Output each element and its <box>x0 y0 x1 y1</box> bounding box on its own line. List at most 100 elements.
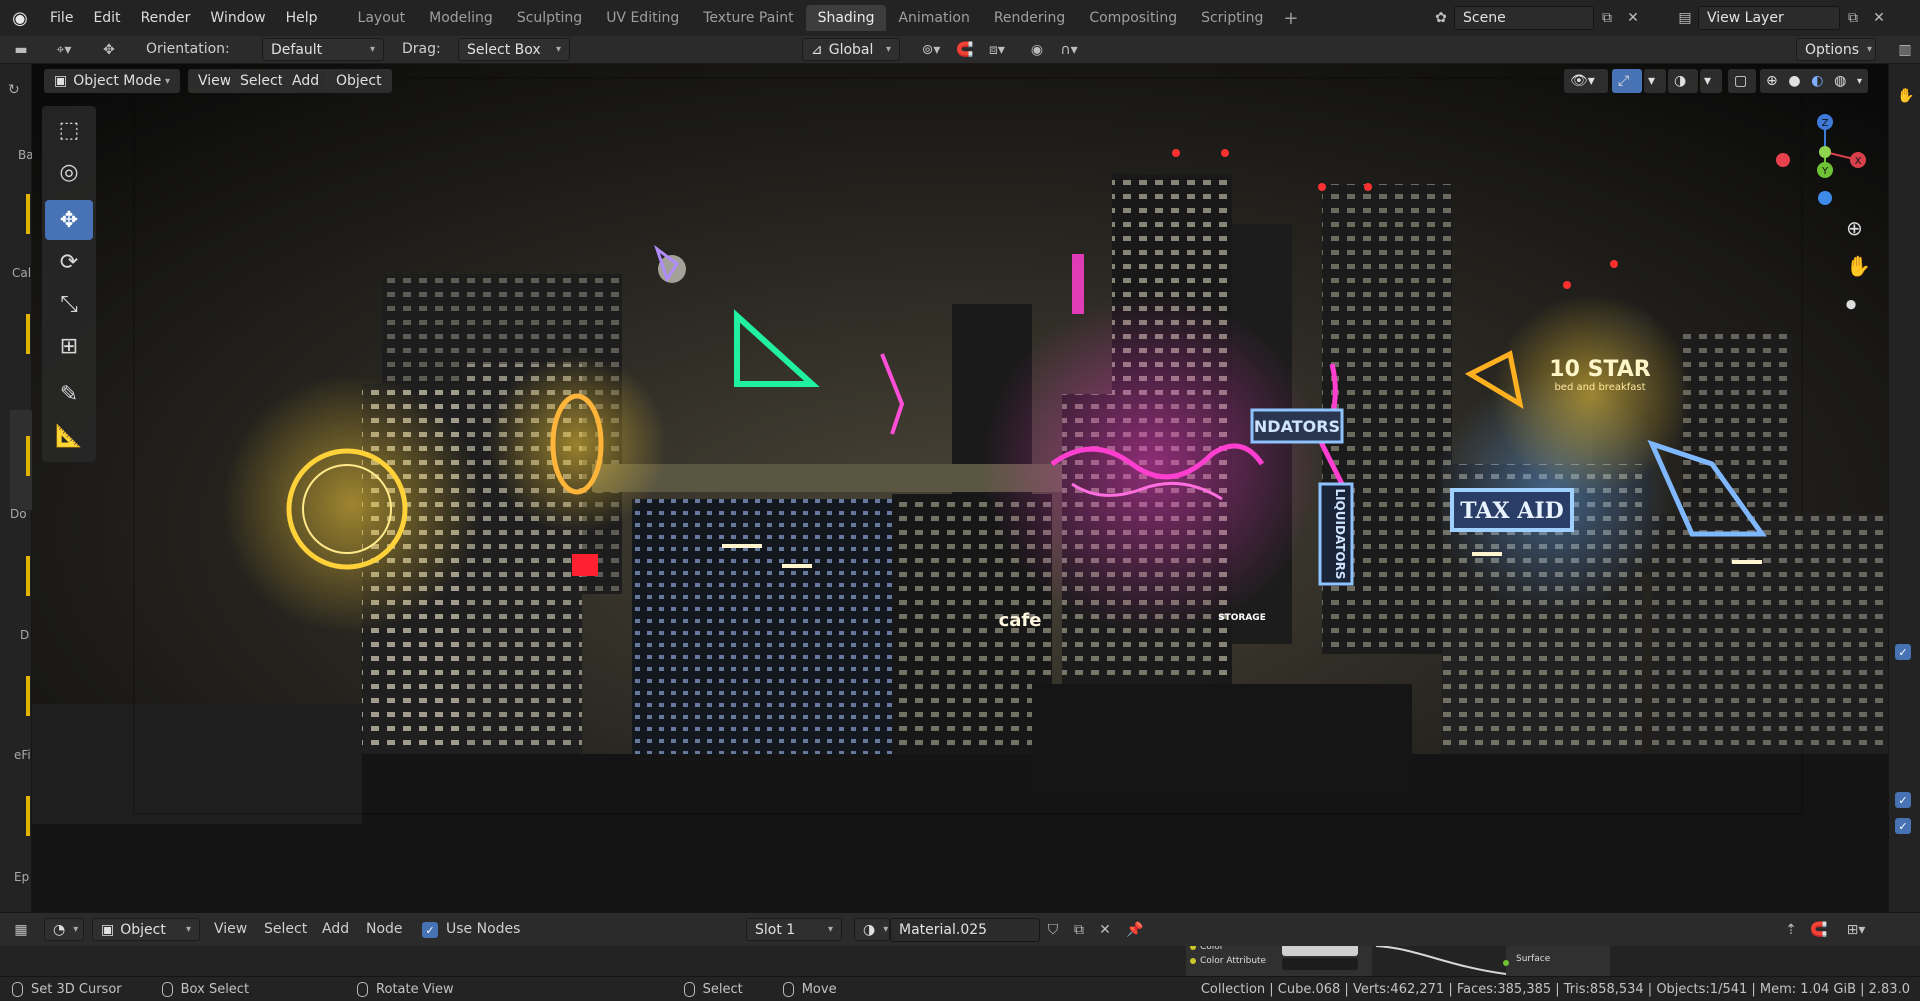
duplicate-material-icon[interactable]: ⧉ <box>1066 918 1092 942</box>
material-name-field[interactable]: Material.025 <box>890 918 1040 942</box>
options-dropdown[interactable]: Options ▾ <box>1796 38 1876 61</box>
select-box-tool-icon[interactable]: ⬚ <box>45 110 93 150</box>
shader-editor-type-dropdown[interactable]: ◔ ▾ <box>44 918 84 941</box>
slot-dropdown[interactable]: Slot 1 ▾ <box>746 918 842 941</box>
sidebar-toggle-icon[interactable]: ▥ <box>1892 38 1918 62</box>
chevron-down-icon[interactable]: ▾ <box>1700 69 1722 93</box>
tab-shading[interactable]: Shading <box>805 5 887 31</box>
tab-texture-paint[interactable]: Texture Paint <box>691 5 805 31</box>
view-layer-icon[interactable]: ▤ <box>1672 6 1698 30</box>
transform-orientation-dropdown[interactable]: ⊿ Global ▾ <box>802 38 900 61</box>
fake-user-shield-icon[interactable]: ⛉ <box>1040 918 1066 942</box>
scene-selector: ✿ Scene ⧉ ✕ <box>1428 5 1646 31</box>
object-mode-dropdown[interactable]: ▣ Object Mode ▾ <box>44 69 180 93</box>
new-view-layer-icon[interactable]: ⧉ <box>1840 6 1866 30</box>
node-view-menu[interactable]: View <box>214 921 247 937</box>
rotate-tool-icon[interactable]: ⟳ <box>45 242 93 282</box>
refresh-icon[interactable]: ↻ <box>8 82 24 98</box>
editor-type-icon[interactable]: ▦ <box>8 918 34 942</box>
blender-logo-icon[interactable]: ◉ <box>0 0 40 36</box>
tab-uv-editing[interactable]: UV Editing <box>594 5 691 31</box>
move-tool-icon[interactable]: ✥ <box>45 200 93 240</box>
3d-viewport[interactable]: NDATORS LIQUIDATORS TAX AID 10 STAR bed … <box>32 64 1888 912</box>
menu-help[interactable]: Help <box>276 10 328 26</box>
property-checkbox[interactable]: ✓ <box>1895 644 1911 660</box>
scene-icon[interactable]: ✿ <box>1428 6 1454 30</box>
new-scene-icon[interactable]: ⧉ <box>1594 6 1620 30</box>
rendered-shading-icon[interactable]: ◍ <box>1834 73 1846 89</box>
viewport-add-menu[interactable]: Add <box>282 69 330 93</box>
menu-window[interactable]: Window <box>200 10 275 26</box>
material-browse-dropdown[interactable]: ◑ ▾ <box>854 918 890 941</box>
menu-render[interactable]: Render <box>131 10 201 26</box>
snap-toggle-icon[interactable]: 🧲 <box>952 38 978 62</box>
snap-node-icon[interactable]: 🧲 <box>1806 918 1832 942</box>
top-bar: ◉ File Edit Render Window Help Layout Mo… <box>0 0 1920 36</box>
node-editor-canvas[interactable]: Color Color Attribute Surface <box>0 946 1920 976</box>
pan-hand-icon[interactable]: ✋ <box>1846 254 1871 278</box>
xray-toggle-icon[interactable]: ▢ <box>1728 69 1756 93</box>
transform-tool-icon[interactable]: ⌖▾ <box>46 38 82 62</box>
overlay-toggle-icon[interactable]: ◑ <box>1668 69 1698 93</box>
editor-type-icon[interactable]: ▬ <box>8 38 34 62</box>
delete-scene-icon[interactable]: ✕ <box>1620 6 1646 30</box>
sign-nduators: NDATORS <box>1254 417 1340 436</box>
material-sphere-icon: ◑ <box>863 921 876 938</box>
tab-sculpting[interactable]: Sculpting <box>505 5 594 31</box>
drag-value: Select Box <box>467 41 541 58</box>
snap-element-icon[interactable]: ⧈▾ <box>980 38 1014 62</box>
tab-compositing[interactable]: Compositing <box>1077 5 1189 31</box>
node-output[interactable]: Surface <box>1503 946 1610 976</box>
wireframe-shading-icon[interactable]: ⊕ <box>1766 73 1778 89</box>
add-workspace-icon[interactable]: + <box>1275 8 1306 29</box>
falloff-icon[interactable]: ∩▾ <box>1052 38 1086 62</box>
scale-tool-icon[interactable]: ⤡ <box>45 284 93 324</box>
measure-tool-icon[interactable]: 📐 <box>45 416 93 456</box>
zoom-icon[interactable]: ⊕ <box>1846 216 1863 240</box>
annotate-tool-icon[interactable]: ✎ <box>45 374 93 414</box>
tab-scripting[interactable]: Scripting <box>1189 5 1275 31</box>
transform-tool-icon[interactable]: ⊞ <box>45 326 93 366</box>
slot-label: Slot 1 <box>755 921 796 938</box>
parent-node-tree-icon[interactable]: ⇡ <box>1778 918 1804 942</box>
keyframe-bar <box>26 556 30 596</box>
unlink-material-icon[interactable]: ✕ <box>1092 918 1118 942</box>
property-checkbox[interactable]: ✓ <box>1895 818 1911 834</box>
visibility-icon[interactable]: 👁▾ <box>1564 69 1608 93</box>
menu-edit[interactable]: Edit <box>83 10 130 26</box>
node-principled[interactable]: Color Color Attribute <box>1186 946 1372 976</box>
use-nodes-checkbox[interactable]: ✓ <box>422 922 438 938</box>
gizmo-toggle-icon[interactable]: ⤢ <box>1612 69 1642 93</box>
color-swatch[interactable] <box>1282 946 1358 956</box>
proportional-edit-icon[interactable]: ◉ <box>1024 38 1050 62</box>
property-checkbox[interactable]: ✓ <box>1895 792 1911 808</box>
node-select-menu[interactable]: Select <box>264 921 307 937</box>
menu-file[interactable]: File <box>40 10 83 26</box>
material-shading-icon[interactable]: ◐ <box>1811 73 1823 89</box>
tool-shelf: ⬚ ◎ ✥ ⟳ ⤡ ⊞ ✎ 📐 <box>42 106 96 462</box>
drag-dropdown[interactable]: Select Box ▾ <box>458 38 570 61</box>
cursor-tool-icon[interactable]: ◎ <box>45 152 93 192</box>
node-node-menu[interactable]: Node <box>366 921 403 937</box>
camera-view-icon[interactable]: ⏺ <box>1846 292 1856 316</box>
tab-animation[interactable]: Animation <box>886 5 981 31</box>
pin-icon[interactable]: 📌 <box>1122 918 1148 942</box>
shader-type-dropdown[interactable]: ▣ Object ▾ <box>92 918 200 941</box>
orientation-dropdown[interactable]: Default ▾ <box>262 38 384 61</box>
delete-view-layer-icon[interactable]: ✕ <box>1866 6 1892 30</box>
navigation-gizmo[interactable]: Z X Y <box>1770 108 1880 208</box>
hand-icon[interactable]: ✋ <box>1897 88 1914 104</box>
chevron-down-icon[interactable]: ▾ <box>1644 69 1666 93</box>
node-add-menu[interactable]: Add <box>322 921 349 937</box>
tab-rendering[interactable]: Rendering <box>982 5 1078 31</box>
tab-modeling[interactable]: Modeling <box>417 5 505 31</box>
view-layer-field[interactable]: View Layer <box>1698 6 1840 30</box>
chevron-down-icon[interactable]: ▾ <box>1857 76 1862 87</box>
viewport-object-menu[interactable]: Object <box>326 69 392 93</box>
solid-shading-icon[interactable]: ● <box>1788 73 1800 89</box>
scene-field[interactable]: Scene <box>1454 6 1594 30</box>
tab-layout[interactable]: Layout <box>346 5 418 31</box>
pivot-point-icon[interactable]: ⊚▾ <box>914 38 948 62</box>
color-attribute-field[interactable] <box>1282 958 1358 970</box>
node-snap-element-icon[interactable]: ⊞▾ <box>1836 918 1876 942</box>
